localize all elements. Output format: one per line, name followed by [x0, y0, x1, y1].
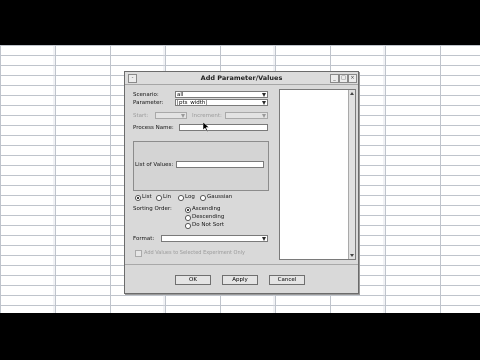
list-of-values-input[interactable]	[176, 161, 264, 168]
format-dropdown[interactable]	[161, 235, 268, 242]
chevron-down-icon	[262, 93, 266, 97]
cancel-button[interactable]: Cancel	[269, 275, 305, 285]
scenario-label: Scenario:	[133, 92, 159, 98]
radio-log-label: Log	[185, 194, 195, 200]
radio-list-label: List	[142, 194, 152, 200]
radio-descending[interactable]	[185, 215, 191, 221]
radio-lin-label: Lin	[163, 194, 172, 200]
chevron-down-icon	[262, 101, 266, 105]
process-name-label: Process Name:	[133, 125, 174, 131]
list-of-values-label: List of Values:	[135, 162, 174, 168]
radio-descending-label: Descending	[192, 214, 225, 220]
radio-gaussian[interactable]	[200, 195, 206, 201]
minimize-icon[interactable]: _	[330, 74, 339, 83]
parameter-dropdown[interactable]: pts_width	[175, 99, 268, 106]
add-parameter-values-dialog: - Add Parameter/Values _ □ × Scenario: a…	[124, 71, 359, 294]
radio-ascending-label: Ascending	[192, 206, 221, 212]
radio-do-not-sort[interactable]	[185, 223, 191, 229]
chevron-down-icon	[262, 237, 266, 241]
apply-button[interactable]: Apply	[222, 275, 258, 285]
title-bar[interactable]: - Add Parameter/Values _ □ ×	[125, 72, 358, 85]
parameter-label: Parameter:	[133, 100, 164, 106]
mouse-cursor-icon	[203, 122, 210, 132]
close-icon[interactable]: ×	[348, 74, 357, 83]
chevron-down-icon	[262, 114, 266, 118]
radio-do-not-sort-label: Do Not Sort	[192, 222, 225, 228]
parameter-value: pts_width	[177, 100, 208, 106]
process-name-input[interactable]	[179, 124, 268, 131]
parameter-values-list[interactable]	[279, 89, 356, 260]
dialog-title: Add Parameter/Values	[200, 74, 283, 82]
radio-lin[interactable]	[156, 195, 162, 201]
ok-button[interactable]: OK	[175, 275, 211, 285]
start-label: Start:	[133, 113, 149, 119]
button-separator	[125, 264, 358, 265]
format-label: Format:	[133, 236, 155, 242]
radio-log[interactable]	[178, 195, 184, 201]
radio-list[interactable]	[135, 195, 141, 201]
radio-gaussian-label: Gaussian	[207, 194, 233, 200]
sorting-order-label: Sorting Order:	[133, 206, 172, 212]
radio-ascending[interactable]	[185, 207, 191, 213]
selected-experiment-label: Add Values to Selected Experiment Only	[144, 250, 245, 256]
increment-label: Increment:	[192, 113, 222, 119]
scroll-down-icon[interactable]	[350, 254, 354, 257]
vertical-scrollbar[interactable]	[348, 90, 355, 259]
start-dropdown	[155, 112, 187, 119]
chevron-down-icon	[181, 114, 185, 118]
maximize-icon[interactable]: □	[339, 74, 348, 83]
selected-experiment-checkbox	[135, 250, 142, 257]
scenario-dropdown[interactable]: all	[175, 91, 268, 98]
increment-dropdown	[225, 112, 268, 119]
scroll-up-icon[interactable]	[350, 92, 354, 95]
scenario-value: all	[177, 92, 184, 98]
